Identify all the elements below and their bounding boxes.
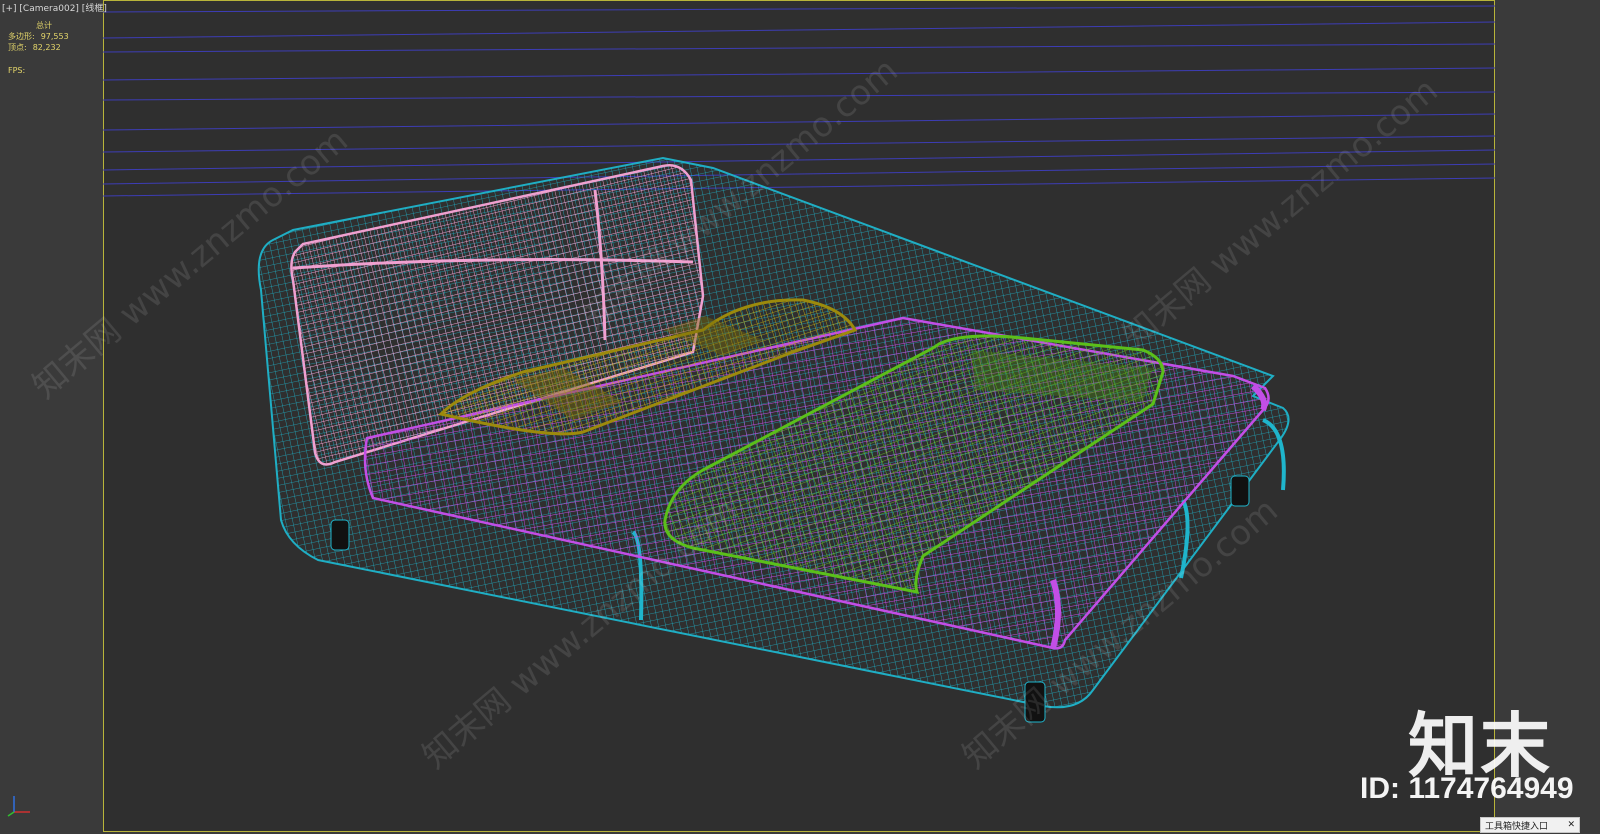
fps-label: FPS: [8, 66, 26, 75]
polys-value: 97,553 [40, 32, 69, 41]
grid-lines [103, 5, 1495, 197]
wireframe-scene[interactable] [103, 0, 1495, 832]
brand-id: ID: 1174764949 [1360, 772, 1574, 805]
viewport-label[interactable]: [+] [Camera002] [线框] [2, 1, 107, 14]
toolbox-shortcut[interactable]: 工具箱快捷入口 ✕ [1480, 817, 1580, 833]
stats-header: 总计 [36, 21, 52, 30]
verts-label: 顶点: [8, 43, 27, 52]
stats-overlay: 总计 多边形: 97,553 顶点: 82,232 [8, 20, 69, 53]
verts-value: 82,232 [32, 43, 61, 52]
toolbox-label[interactable]: 工具箱快捷入口 [1485, 819, 1548, 832]
axis-gizmo-icon [7, 796, 30, 817]
close-icon[interactable]: ✕ [1567, 820, 1575, 830]
polys-label: 多边形: [8, 32, 35, 41]
